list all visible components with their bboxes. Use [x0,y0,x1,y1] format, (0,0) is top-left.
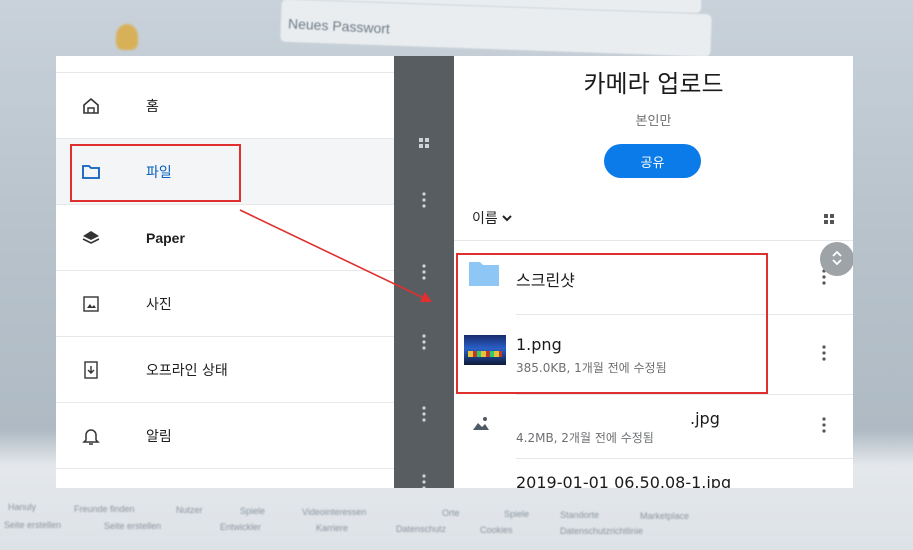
annotation-arrow [239,209,432,302]
